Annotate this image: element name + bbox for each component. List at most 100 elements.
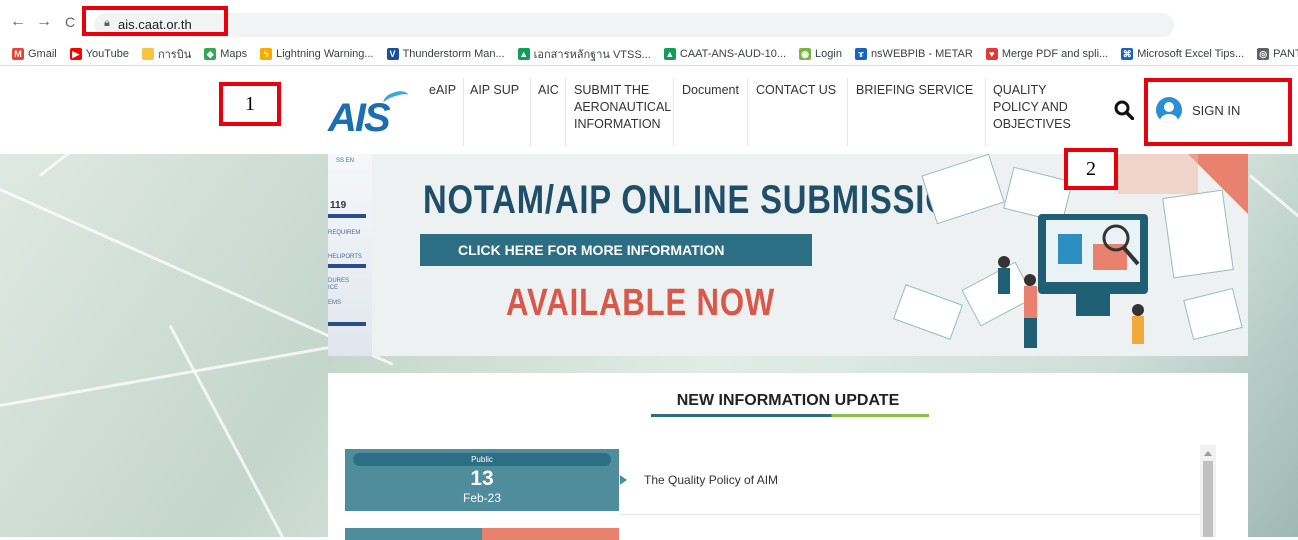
- nav-divider: [747, 78, 748, 146]
- bookmark-label: Login: [815, 47, 842, 60]
- nav-submit-line2: AERONAUTICAL: [574, 100, 672, 114]
- nav-quality-line1: QUALITY: [993, 83, 1047, 97]
- news-arrow-icon: [620, 475, 627, 485]
- banner-side-panel: SS EN 119 REQUIREM HELIPORTS DURES ICE E…: [328, 154, 372, 356]
- bookmark-favicon-icon: ⌘: [1121, 47, 1134, 60]
- nav-aic[interactable]: AIC: [538, 82, 559, 99]
- bookmark-item[interactable]: ▶ YouTube: [69, 47, 129, 60]
- news-title-underline: [651, 414, 929, 417]
- banner-side-bar: [328, 214, 366, 218]
- bookmark-label: Maps: [220, 47, 248, 60]
- news-item-link[interactable]: The Quality Policy of AIM: [644, 473, 778, 487]
- bookmark-favicon-icon: ϟ: [260, 47, 273, 60]
- banner-side-bar: [328, 322, 366, 326]
- bookmark-favicon-icon: ◎: [1257, 47, 1270, 60]
- news-row-divider: [619, 514, 1201, 515]
- bookmark-favicon-icon: ▶: [69, 47, 82, 60]
- annotation-box-url: [82, 6, 228, 36]
- bookmark-favicon-icon: ɤ: [854, 47, 867, 60]
- bookmark-label: YouTube: [85, 47, 129, 60]
- bookmark-item[interactable]: ◎PANTIP.COM : O12...: [1257, 47, 1298, 60]
- nav-submit-aeronautical-information[interactable]: SUBMIT THE AERONAUTICAL INFORMATION: [574, 82, 671, 133]
- news-date-card-next: [345, 528, 482, 540]
- address-bar[interactable]: 🔒︎ ais.caat.or.th: [94, 13, 1174, 37]
- banner-side-text: SS EN: [336, 158, 355, 164]
- nav-divider: [673, 78, 674, 146]
- bookmark-item[interactable]: ϟ Lightning Warning...: [260, 47, 374, 60]
- nav-quality-line3: OBJECTIVES: [993, 117, 1071, 131]
- nav-aip-sup[interactable]: AIP SUP: [470, 82, 519, 99]
- bookmark-favicon-icon: V: [386, 47, 399, 60]
- banner-side-bar: [328, 264, 366, 268]
- nav-document[interactable]: Document: [682, 82, 739, 99]
- annotation-label-2: 2: [1064, 148, 1118, 190]
- banner-side-text: REQUIREM: [328, 230, 361, 236]
- bookmark-favicon-icon: ◉: [799, 47, 812, 60]
- bookmark-favicon-icon: [141, 47, 154, 60]
- nav-divider: [463, 78, 464, 146]
- nav-divider: [565, 78, 566, 146]
- bookmark-item[interactable]: V Thunderstorm Man...: [386, 47, 505, 60]
- bookmark-label: CAAT-ANS-AUD-10...: [679, 47, 787, 60]
- bookmark-favicon-icon: ▲: [517, 47, 530, 60]
- news-date-day: 13: [470, 467, 494, 490]
- logo-swoosh-icon: [381, 88, 411, 110]
- site-header: 1 AIS eAIP AIP SUP AIC SUBMIT THE AERONA…: [0, 66, 1298, 154]
- news-date-month: Feb-23: [462, 491, 502, 505]
- bookmark-favicon-icon: ♥: [985, 47, 998, 60]
- nav-divider: [847, 78, 848, 146]
- forward-icon[interactable]: →: [34, 12, 54, 32]
- search-icon[interactable]: [1114, 100, 1134, 120]
- bookmark-label: Microsoft Excel Tips...: [1137, 47, 1245, 60]
- bookmark-favicon-icon: ▲: [663, 47, 676, 60]
- bookmark-item[interactable]: ◆ Maps: [204, 47, 248, 60]
- bookmark-label: PANTIP.COM : O12...: [1273, 47, 1298, 60]
- bookmark-favicon-icon: M: [12, 47, 24, 60]
- news-scrollbar-thumb[interactable]: [1203, 461, 1213, 537]
- bookmark-item[interactable]: การบิน: [141, 45, 192, 63]
- annotation-label-1: 1: [219, 82, 281, 126]
- nav-quality-line2: POLICY AND: [993, 100, 1068, 114]
- nav-divider: [985, 78, 986, 146]
- news-date-card-next-accent: [482, 528, 619, 540]
- banner-available-now: AVAILABLE NOW: [506, 282, 776, 324]
- bookmark-label: Gmail: [28, 47, 57, 60]
- more-information-button[interactable]: CLICK HERE FOR MORE INFORMATION: [420, 234, 812, 266]
- bookmark-label: การบิน: [157, 48, 192, 61]
- nav-submit-line3: INFORMATION: [574, 117, 661, 131]
- scroll-up-icon[interactable]: [1204, 451, 1212, 456]
- news-panel: NEW INFORMATION UPDATE Public 13 Feb-23 …: [328, 373, 1248, 540]
- bookmark-item[interactable]: M Gmail: [12, 47, 57, 60]
- bookmark-item[interactable]: ◉ Login: [799, 47, 842, 60]
- nav-eaip[interactable]: eAIP: [429, 82, 456, 99]
- nav-divider: [530, 78, 531, 146]
- bookmark-item[interactable]: ɤ nsWEBPIB - METAR: [854, 47, 973, 60]
- bookmark-label: เอกสารหลักฐาน VTSS...: [533, 48, 651, 61]
- reload-icon[interactable]: C: [60, 12, 80, 32]
- nav-contact-us[interactable]: CONTACT US: [756, 82, 836, 99]
- nav-submit-line1: SUBMIT THE: [574, 83, 650, 97]
- bookmark-item[interactable]: ▲ เอกสารหลักฐาน VTSS...: [517, 45, 651, 63]
- banner-side-text: 119: [330, 200, 347, 211]
- banner-side-text: EMS: [328, 300, 342, 306]
- bookmark-label: nsWEBPIB - METAR: [870, 47, 973, 60]
- annotation-box-sign-in: [1144, 78, 1292, 146]
- bookmarks-bar: M Gmail ▶ YouTube การบิน ◆ Maps ϟ Lightning Warn…: [0, 42, 1298, 66]
- bookmark-label: Lightning Warning...: [276, 47, 374, 60]
- news-date-card: Public 13 Feb-23: [345, 449, 619, 511]
- news-title: NEW INFORMATION UPDATE: [676, 392, 900, 409]
- bookmark-label: Merge PDF and spli...: [1001, 47, 1109, 60]
- nav-briefing-service[interactable]: BRIEFING SERVICE: [856, 82, 973, 99]
- banner-side-text: HELIPORTS: [328, 254, 362, 260]
- bookmark-item[interactable]: ▲ CAAT-ANS-AUD-10...: [663, 47, 787, 60]
- banner-side-text: ICE: [328, 285, 339, 291]
- bookmark-item[interactable]: ⌘ Microsoft Excel Tips...: [1121, 47, 1245, 60]
- banner-side-text: DURES: [328, 278, 350, 284]
- bookmark-label: Thunderstorm Man...: [402, 47, 505, 60]
- back-icon[interactable]: ←: [8, 12, 28, 32]
- news-tag-public: Public: [353, 453, 611, 466]
- nav-quality-policy[interactable]: QUALITY POLICY AND OBJECTIVES: [993, 82, 1071, 133]
- ais-logo[interactable]: AIS: [328, 96, 391, 141]
- bookmark-favicon-icon: ◆: [204, 47, 217, 60]
- bookmark-item[interactable]: ♥ Merge PDF and spli...: [985, 47, 1109, 60]
